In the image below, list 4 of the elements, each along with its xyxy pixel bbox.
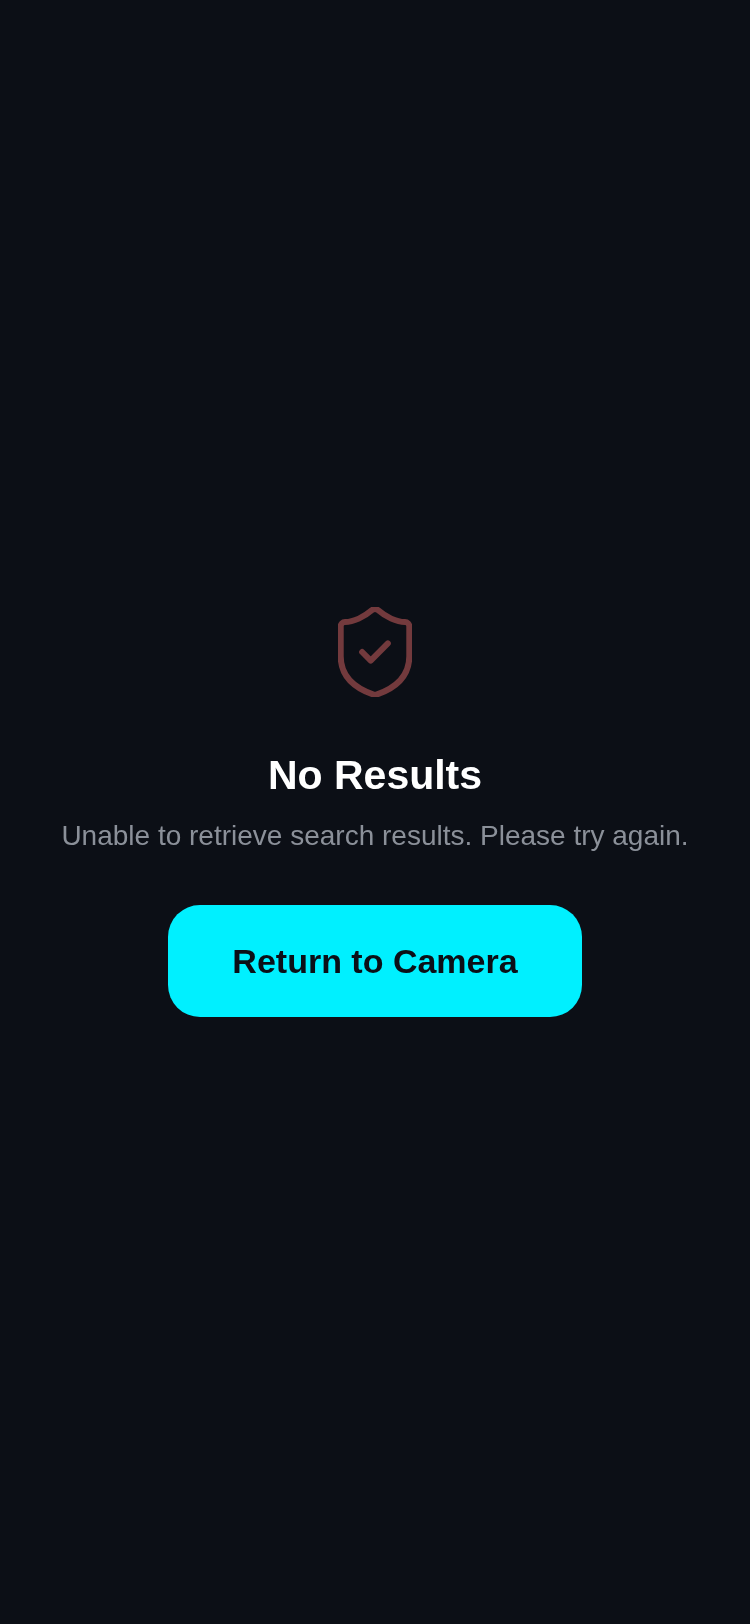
return-to-camera-button[interactable]: Return to Camera [168,905,582,1017]
empty-state-title: No Results [267,751,483,799]
empty-state-message: Unable to retrieve search results. Please try again. [61,819,689,853]
shield-check-icon [338,607,412,697]
